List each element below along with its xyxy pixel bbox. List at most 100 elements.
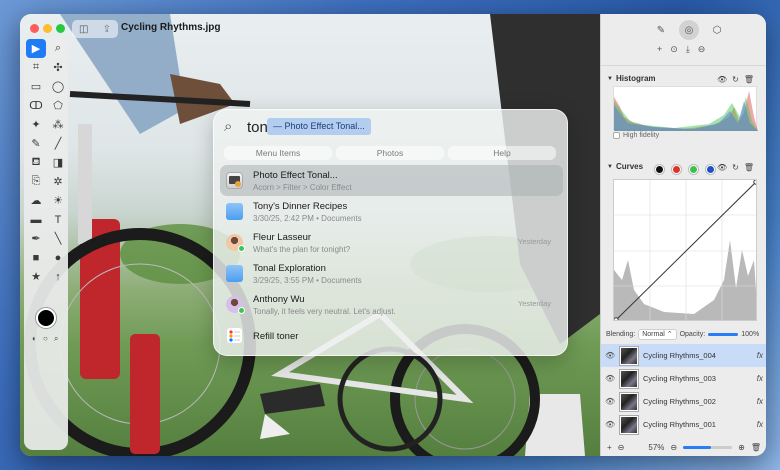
heal-icon[interactable]: ✲ — [48, 172, 68, 191]
layer-row[interactable]: 👁 Cycling Rhythms_002 fx — [601, 390, 766, 413]
color-select-icon[interactable]: ⁂ — [48, 115, 68, 134]
titlebar-button-group: ◫ ⇪ — [72, 20, 118, 38]
minimize-button[interactable] — [43, 24, 52, 33]
trash-icon[interactable]: 🗑 — [744, 163, 754, 172]
adjustments-tab-icon[interactable]: ◎ — [679, 20, 699, 40]
brush-icon[interactable]: ╱ — [48, 134, 68, 153]
shape-rect-icon[interactable]: ■ — [26, 248, 46, 267]
search-result-item[interactable]: Tony's Dinner Recipes 3/30/25, 2:42 PM • … — [220, 196, 563, 227]
sidebar-toggle-icon[interactable]: ◫ — [79, 24, 88, 35]
clone-icon[interactable]: ⎘ — [26, 172, 46, 191]
arrow-shape-icon[interactable]: ↑ — [48, 267, 68, 286]
search-suggestion[interactable]: — Photo Effect Tonal... — [267, 118, 371, 135]
layer-row[interactable]: 👁 Cycling Rhythms_003 fx — [601, 367, 766, 390]
lasso-icon[interactable]: ↀ — [26, 96, 46, 115]
layer-visibility-icon[interactable]: 👁 — [605, 351, 615, 360]
ellipse-select-icon[interactable]: ◯ — [48, 77, 68, 96]
zoom-fill — [683, 446, 712, 449]
channel-blue-dot[interactable] — [706, 165, 715, 174]
channel-green-dot[interactable] — [689, 165, 698, 174]
layer-thumbnail — [620, 369, 638, 388]
app-window: ◫ ⇪ Cycling Rhythms.jpg ▶ ⌕ ⌗ ✣ ▭ ◯ ↀ ⬠ ✦ ⁂ ✎ ╱ ⛾ ◨ ⎘ ✲… — [20, 14, 766, 456]
pen-icon[interactable]: ✒ — [26, 229, 46, 248]
add-layer-icon[interactable]: + — [607, 443, 612, 452]
disclosure-icon[interactable]: ▼ — [607, 76, 613, 82]
blending-mode-select[interactable]: Normal ⌃ — [638, 329, 677, 340]
high-fidelity-row[interactable]: High fidelity — [613, 132, 659, 139]
text-icon[interactable]: T — [48, 210, 68, 229]
trash-icon[interactable]: 🗑 — [744, 75, 754, 84]
zoom-slider[interactable] — [683, 446, 733, 449]
shape-tab-icon[interactable]: ⬡ — [707, 20, 727, 40]
pencil-icon[interactable]: ✎ — [26, 134, 46, 153]
layer-visibility-icon[interactable]: 👁 — [605, 374, 615, 383]
crop-icon[interactable]: ⌗ — [26, 58, 46, 77]
zoom-button[interactable] — [56, 24, 65, 33]
lighten-icon[interactable]: ☀ — [48, 191, 68, 210]
shape-ellipse-icon[interactable]: ● — [48, 248, 68, 267]
inspector-tabs: ✎ ◎ ⬡ — [651, 20, 727, 40]
curves-header[interactable]: ▼ Curves — [607, 162, 643, 171]
result-subtitle: Acorn > Filter > Color Effect — [253, 183, 352, 192]
arrow-pointer-icon[interactable]: ▶ — [26, 39, 46, 58]
eye-icon[interactable]: 👁 — [717, 75, 727, 84]
layer-visibility-icon[interactable]: 👁 — [605, 397, 615, 406]
search-result-item[interactable]: Tonal Exploration 3/29/25, 3:55 PM • Docu… — [220, 258, 563, 289]
channel-selector — [655, 165, 715, 174]
download-icon[interactable]: ⤓ — [686, 44, 690, 55]
search-result-item[interactable]: Fleur Lasseur What's the plan for tonight… — [220, 227, 563, 258]
search-input[interactable]: ton — [247, 119, 268, 136]
brush-tab-icon[interactable]: ✎ — [651, 20, 671, 40]
gradient-icon[interactable]: ▬ — [26, 210, 46, 229]
eye-icon[interactable]: 👁 — [717, 163, 727, 172]
layer-effects-icon[interactable]: fx — [757, 420, 763, 429]
add-icon[interactable]: + — [657, 44, 662, 55]
zoom-out-icon[interactable]: ⊖ — [670, 443, 677, 452]
line-icon[interactable]: ╲ — [48, 229, 68, 248]
high-fidelity-checkbox[interactable] — [613, 132, 620, 139]
search-result-item[interactable]: Refill toner — [220, 320, 563, 351]
histogram-header[interactable]: ▼ Histogram — [607, 74, 656, 83]
scope-tab-help[interactable]: Help — [448, 146, 556, 160]
background-color-icon[interactable]: ○ — [43, 334, 48, 343]
swap-colors-icon[interactable]: ◐ — [32, 334, 37, 343]
search-result-item[interactable]: Photo Effect Tonal... Acorn > Filter > Co… — [220, 165, 563, 196]
rect-select-icon[interactable]: ▭ — [26, 77, 46, 96]
delete-layer-icon[interactable]: 🗑 — [751, 443, 761, 452]
opacity-slider[interactable] — [708, 333, 739, 336]
star-shape-icon[interactable]: ★ — [26, 267, 46, 286]
curves-editor[interactable] — [613, 179, 757, 321]
layer-visibility-icon[interactable]: 👁 — [605, 420, 615, 429]
transform-icon[interactable]: ✣ — [48, 58, 68, 77]
opacity-fill — [708, 333, 739, 336]
scope-tab-photos[interactable]: Photos — [336, 146, 444, 160]
layer-row[interactable]: 👁 Cycling Rhythms_004 fx — [601, 344, 766, 367]
reset-icon[interactable]: ↻ — [732, 163, 739, 172]
more-icon[interactable]: ⊖ — [698, 44, 706, 55]
disclosure-icon[interactable]: ▼ — [607, 164, 613, 170]
reset-icon[interactable]: ↻ — [732, 75, 739, 84]
eraser-icon[interactable]: ◨ — [48, 153, 68, 172]
polygon-lasso-icon[interactable]: ⬠ — [48, 96, 68, 115]
channel-red-dot[interactable] — [672, 165, 681, 174]
layer-options-icon[interactable]: ⊖ — [618, 443, 625, 452]
foreground-color-well[interactable] — [36, 308, 56, 328]
layer-row[interactable]: 👁 Cycling Rhythms_001 fx — [601, 413, 766, 436]
magic-wand-icon[interactable]: ✦ — [26, 115, 46, 134]
zoom-in-icon[interactable]: ⊕ — [738, 443, 745, 452]
settings-icon[interactable]: ⊙ — [670, 44, 678, 55]
share-icon[interactable]: ⇪ — [103, 24, 111, 35]
color-picker-icon[interactable]: ⌕ — [54, 334, 58, 344]
layer-effects-icon[interactable]: fx — [757, 397, 763, 406]
channel-rgb-dot[interactable] — [655, 165, 664, 174]
scope-tab-menu-items[interactable]: Menu Items — [224, 146, 332, 160]
layer-effects-icon[interactable]: fx — [757, 374, 763, 383]
magnifier-icon[interactable]: ⌕ — [48, 39, 68, 58]
layer-effects-icon[interactable]: fx — [757, 351, 763, 360]
blending-row: Blending: Normal ⌃ Opacity: 100% — [606, 329, 764, 340]
smudge-icon[interactable]: ☁ — [26, 191, 46, 210]
zoom-value: 57% — [648, 443, 665, 452]
search-result-item[interactable]: Anthony Wu Tonally, it feels very neutral… — [220, 289, 563, 320]
close-button[interactable] — [30, 24, 39, 33]
fill-icon[interactable]: ⛾ — [26, 153, 46, 172]
